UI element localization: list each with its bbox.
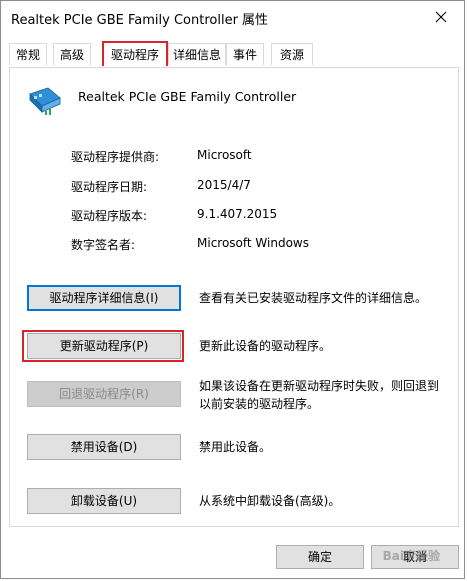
driver-date-value: 2015/4/7 bbox=[197, 178, 251, 192]
rollback-driver-desc: 如果该设备在更新驱动程序时失败，则回退到以前安装的驱动程序。 bbox=[199, 379, 440, 411]
tab-driver[interactable]: 驱动程序 bbox=[102, 41, 168, 66]
rollback-driver-button[interactable]: 回退驱动程序(R) bbox=[27, 381, 181, 407]
driver-version-value: 9.1.407.2015 bbox=[197, 207, 278, 221]
disable-device-desc: 禁用此设备。 bbox=[199, 440, 272, 454]
digital-signer-label: 数字签名者: bbox=[71, 238, 136, 252]
close-button[interactable] bbox=[418, 1, 464, 33]
driver-details-button[interactable]: 驱动程序详细信息(I) bbox=[27, 285, 181, 311]
driver-panel: Realtek PCIe GBE Family Controller 驱动程序提… bbox=[9, 67, 459, 527]
window-title: Realtek PCIe GBE Family Controller 属性 bbox=[11, 13, 269, 28]
driver-provider-label: 驱动程序提供商: bbox=[71, 150, 160, 164]
tab-resources[interactable]: 资源 bbox=[271, 43, 313, 65]
device-name: Realtek PCIe GBE Family Controller bbox=[78, 89, 297, 104]
properties-dialog: Realtek PCIe GBE Family Controller 属性 常规… bbox=[0, 0, 465, 579]
disable-device-button[interactable]: 禁用设备(D) bbox=[27, 434, 181, 460]
tab-details[interactable]: 详细信息 bbox=[168, 43, 226, 65]
update-driver-desc: 更新此设备的驱动程序。 bbox=[199, 339, 332, 353]
title-bar[interactable]: Realtek PCIe GBE Family Controller 属性 bbox=[1, 1, 464, 33]
uninstall-device-button[interactable]: 卸载设备(U) bbox=[27, 488, 181, 514]
uninstall-device-desc: 从系统中卸载设备(高级)。 bbox=[199, 494, 341, 508]
tab-general[interactable]: 常规 bbox=[9, 43, 47, 65]
driver-provider-value: Microsoft bbox=[197, 148, 252, 162]
tab-advanced[interactable]: 高级 bbox=[53, 43, 91, 65]
tab-events[interactable]: 事件 bbox=[226, 43, 264, 65]
tab-strip: 常规 高级 驱动程序 详细信息 事件 资源 bbox=[9, 41, 459, 67]
driver-version-label: 驱动程序版本: bbox=[71, 209, 148, 223]
driver-date-label: 驱动程序日期: bbox=[71, 180, 148, 194]
driver-details-desc: 查看有关已安装驱动程序文件的详细信息。 bbox=[199, 291, 428, 305]
ok-button[interactable]: 确定 bbox=[276, 545, 364, 569]
cancel-button[interactable]: 取消 bbox=[371, 545, 459, 569]
network-adapter-icon bbox=[29, 87, 61, 115]
digital-signer-value: Microsoft Windows bbox=[197, 236, 309, 250]
close-icon bbox=[435, 11, 447, 23]
update-driver-button[interactable]: 更新驱动程序(P) bbox=[27, 333, 181, 359]
